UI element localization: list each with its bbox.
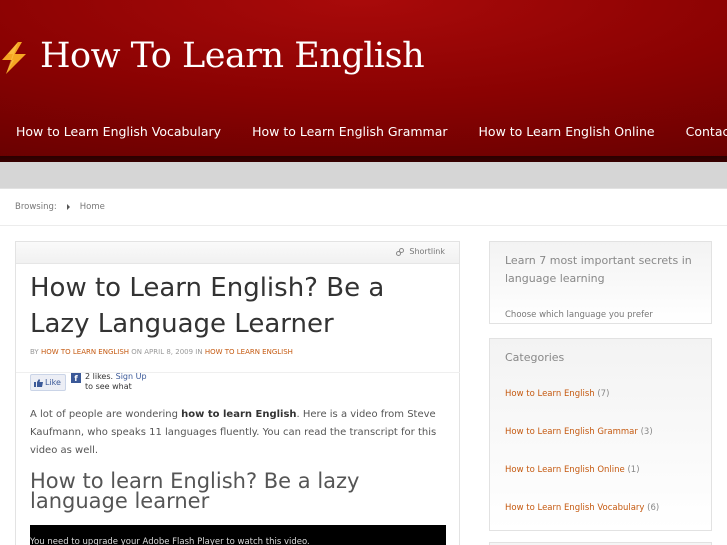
like-count: 2 likes. (85, 372, 114, 381)
breadcrumb-arrow-icon (66, 204, 70, 210)
shortlink[interactable]: Shortlink (396, 247, 445, 256)
breadcrumb-divider (0, 225, 727, 226)
body-keyword: how to learn English (181, 409, 297, 420)
thumbs-up-icon (34, 378, 43, 387)
nav-item-contact[interactable]: Contact Us (686, 124, 727, 146)
site-header: How To Learn English How to Learn Englis… (0, 0, 727, 158)
byline-author-link[interactable]: HOW TO LEARN ENGLISH (41, 348, 129, 356)
video-player[interactable]: You need to upgrade your Adobe Flash Pla… (30, 525, 446, 545)
category-link[interactable]: How to Learn English Grammar (505, 427, 638, 437)
byline-category-link[interactable]: HOW TO LEARN ENGLISH (205, 348, 293, 356)
signup-link[interactable]: Sign Up (116, 372, 147, 381)
category-link[interactable]: How to Learn English (505, 389, 595, 399)
category-link[interactable]: How to Learn English Vocabulary (505, 503, 644, 513)
promo-heading: Learn 7 most important secrets in langua… (505, 254, 692, 285)
byline-date: ON APRIL 8, 2009 IN (131, 348, 203, 356)
link-icon (396, 247, 405, 256)
categories-widget: Categories How to Learn English (7) How … (489, 338, 712, 531)
nav-item-online[interactable]: How to Learn English Online (479, 124, 655, 146)
nav-item-vocabulary[interactable]: How to Learn English Vocabulary (16, 124, 221, 146)
post-toolbar: Shortlink (16, 242, 459, 264)
category-count: (1) (627, 465, 640, 475)
shortlink-label: Shortlink (409, 247, 445, 256)
post-byline: BY HOW TO LEARN ENGLISH ON APRIL 8, 2009… (30, 348, 293, 356)
category-count: (6) (647, 503, 660, 513)
facebook-like-button[interactable]: Like (30, 374, 66, 391)
byline-by: BY (30, 348, 39, 356)
facebook-icon: f (71, 373, 81, 383)
post-title[interactable]: How to Learn English? Be a Lazy Language… (30, 270, 450, 342)
like-button-label: Like (45, 378, 61, 387)
like-signup-suffix: to see what (85, 382, 132, 391)
flash-upgrade-notice: You need to upgrade your Adobe Flash Pla… (30, 537, 310, 545)
post-body-paragraph: A lot of people are wondering how to lea… (30, 406, 450, 460)
content-area: Browsing: Home Shortlink How to Learn En… (0, 188, 727, 545)
breadcrumb: Browsing: Home (15, 202, 105, 212)
site-title[interactable]: How To Learn English (40, 36, 425, 76)
category-list: How to Learn English (7) How to Learn En… (505, 389, 659, 541)
main-navigation: How to Learn English Vocabulary How to L… (0, 124, 727, 146)
category-count: (3) (640, 427, 653, 437)
category-count: (7) (597, 389, 610, 399)
category-item: How to Learn English Grammar (3) (505, 427, 659, 465)
category-item: How to Learn English (7) (505, 389, 659, 427)
post-subheading: How to learn English? Be a lazy language… (30, 469, 360, 513)
promo-widget: Learn 7 most important secrets in langua… (489, 241, 712, 324)
breadcrumb-home-link[interactable]: Home (80, 202, 105, 212)
like-count-text: 2 likes. Sign Up to see what (85, 372, 155, 392)
header-divider (0, 162, 727, 188)
category-item: How to Learn English Vocabulary (6) (505, 503, 659, 541)
nav-item-grammar[interactable]: How to Learn English Grammar (252, 124, 447, 146)
post-article: Shortlink How to Learn English? Be a Laz… (15, 241, 460, 545)
lightning-bolt-icon (2, 42, 26, 74)
body-text-before: A lot of people are wondering (30, 409, 182, 420)
category-link[interactable]: How to Learn English Online (505, 465, 625, 475)
categories-heading: Categories (505, 351, 565, 364)
promo-subtext: Choose which language you prefer (505, 310, 653, 320)
like-divider (16, 372, 460, 373)
category-item: How to Learn English Online (1) (505, 465, 659, 503)
breadcrumb-label: Browsing: (15, 202, 57, 212)
